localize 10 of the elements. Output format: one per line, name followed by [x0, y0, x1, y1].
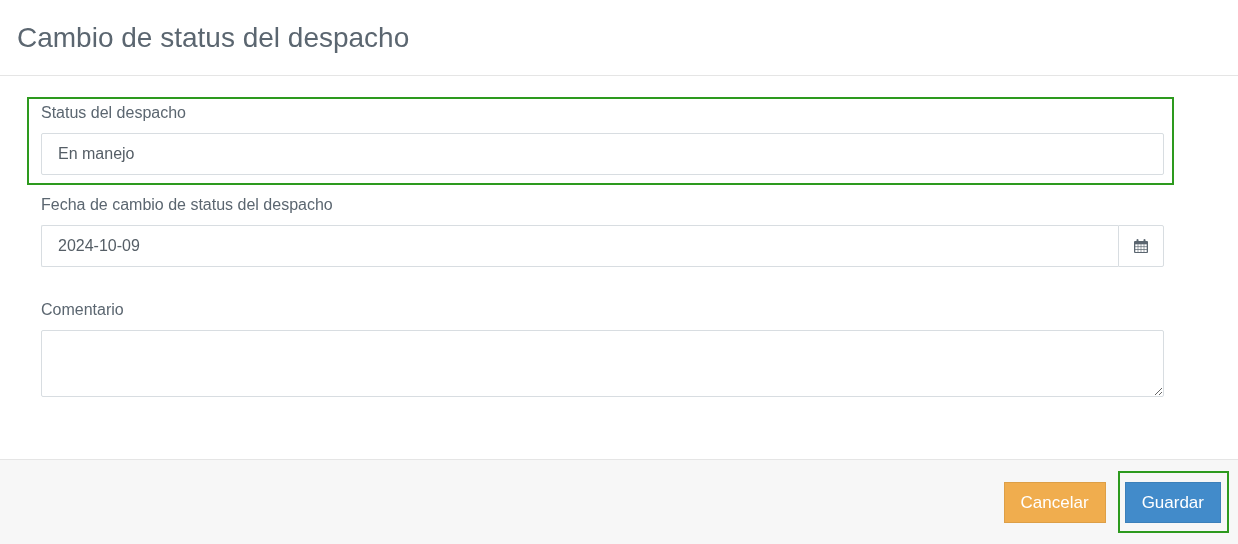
save-button[interactable]: Guardar [1124, 482, 1221, 523]
dialog-title: Cambio de status del despacho [17, 21, 410, 54]
comment-field[interactable] [41, 330, 1164, 397]
status-field[interactable]: En manejo [41, 133, 1164, 175]
field-label: Comentario [41, 300, 125, 320]
field-label: Status del despacho [41, 103, 187, 123]
field-label: Fecha de cambio de status del despacho [41, 195, 334, 215]
date-field[interactable]: 2024-10-09 [41, 225, 1118, 267]
calendar-icon [1132, 238, 1149, 254]
calendar-button[interactable] [1117, 225, 1164, 267]
